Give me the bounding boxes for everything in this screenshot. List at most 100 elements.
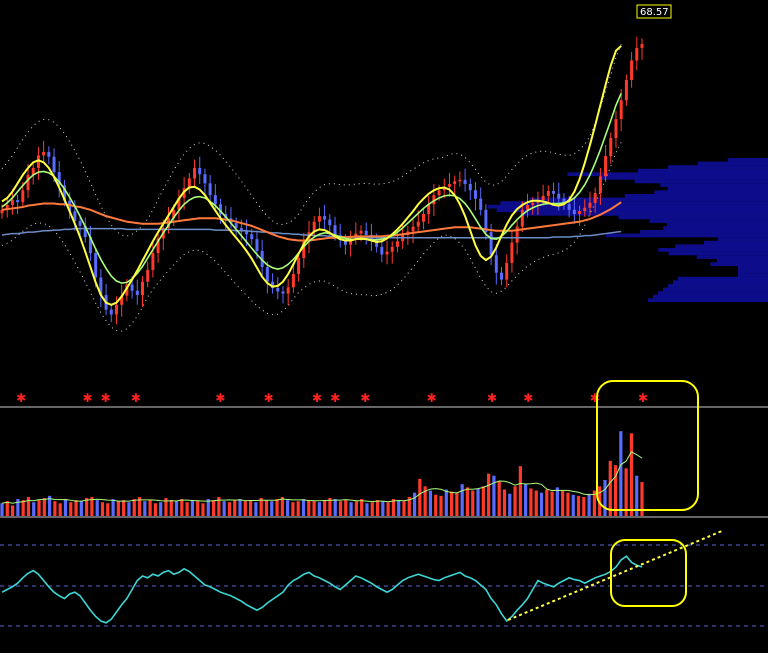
volume-bar xyxy=(576,495,581,516)
signal-star: ✱ xyxy=(264,391,274,405)
candle-body xyxy=(265,267,269,282)
candle-body xyxy=(593,193,597,203)
candle-body xyxy=(437,190,441,196)
volume-bar xyxy=(386,502,390,516)
volume-bar xyxy=(561,490,565,516)
volume-bar xyxy=(333,499,337,516)
candle-body xyxy=(297,257,301,275)
volume-bar xyxy=(159,502,163,516)
candle-body xyxy=(281,291,285,294)
volume-bar xyxy=(10,505,15,516)
volume-profile-bar xyxy=(605,233,768,238)
volume-bar xyxy=(344,500,348,516)
volume-bar xyxy=(550,491,554,516)
candle-body xyxy=(624,80,628,101)
volume-profile-bar xyxy=(668,284,768,288)
volume-bar xyxy=(375,500,380,516)
candle-body xyxy=(323,216,327,220)
volume-bar xyxy=(471,490,475,516)
volume-bar xyxy=(629,433,634,516)
candle-body xyxy=(572,209,576,215)
volume-profile-bar xyxy=(663,226,768,231)
candle-body xyxy=(609,137,613,157)
volume-bar xyxy=(53,501,57,516)
volume-bar xyxy=(190,500,195,516)
volume-bar xyxy=(487,473,491,516)
volume-profile-bar xyxy=(640,230,768,234)
volume-bar xyxy=(370,502,374,516)
volume-bar xyxy=(524,484,528,516)
volume-profile-bar xyxy=(678,276,768,281)
candle-body xyxy=(468,184,472,191)
candle-body xyxy=(421,214,425,222)
signal-star: ✱ xyxy=(487,391,497,405)
candle-body xyxy=(494,255,498,273)
volume-profile-bar xyxy=(663,287,768,292)
candle-body xyxy=(140,281,144,295)
candle-body xyxy=(114,304,118,315)
candle-body xyxy=(552,190,556,194)
candle-body xyxy=(359,230,363,234)
volume-bar xyxy=(444,489,448,516)
volume-bar xyxy=(211,500,216,516)
volume-bar xyxy=(238,499,242,516)
volume-bar xyxy=(79,501,83,516)
candle-body xyxy=(635,47,639,61)
volume-bar xyxy=(174,501,179,516)
volume-bar xyxy=(58,503,62,516)
candle-body xyxy=(473,190,477,199)
volume-profile-bar xyxy=(696,255,768,259)
candle-body xyxy=(598,176,602,194)
volume-bar xyxy=(227,502,232,516)
volume-bar xyxy=(534,490,538,516)
volume-bar xyxy=(619,431,623,516)
volume-bar xyxy=(613,465,618,516)
volume-profile-bar xyxy=(703,240,768,245)
volume-bar xyxy=(42,497,46,516)
volume-profile-bar xyxy=(738,269,768,274)
candle-body xyxy=(198,167,202,175)
volume-bar xyxy=(397,500,401,516)
volume-profile-bar xyxy=(638,168,768,173)
volume-profile-bar xyxy=(728,158,768,162)
volume-bar xyxy=(248,500,253,516)
volume-bar xyxy=(196,501,200,516)
volume-profile-bar xyxy=(698,161,768,166)
volume-bar xyxy=(603,479,607,516)
candle-body xyxy=(640,43,644,48)
volume-bar xyxy=(428,490,433,516)
candle-body xyxy=(276,288,280,292)
candle-body xyxy=(151,253,155,270)
volume-bar xyxy=(275,499,279,516)
volume-profile-bar xyxy=(567,172,768,177)
candle-body xyxy=(614,119,618,138)
volume-bar xyxy=(26,496,31,516)
volume-bar xyxy=(587,493,591,516)
volume-bar xyxy=(439,495,443,516)
volume-bar xyxy=(317,502,321,516)
candle-body xyxy=(583,207,587,212)
volume-bar xyxy=(37,500,41,516)
volume-bar xyxy=(201,503,205,516)
volume-profile-bar xyxy=(523,212,768,216)
volume-profile-bar xyxy=(673,280,768,285)
candle-body xyxy=(52,156,56,173)
candle-body xyxy=(411,226,415,232)
volume-profile-bar xyxy=(649,219,768,223)
candle-body xyxy=(94,253,98,278)
volume-bar xyxy=(539,492,544,516)
volume-bar xyxy=(291,502,295,516)
volume-bar xyxy=(169,500,173,516)
candle-body xyxy=(588,202,592,208)
volume-bar xyxy=(95,500,99,516)
candle-body xyxy=(416,221,420,227)
volume-bar xyxy=(418,478,422,516)
volume-profile-bar xyxy=(675,244,768,249)
candle-body xyxy=(520,209,524,227)
candle-body xyxy=(328,219,332,226)
volume-bar xyxy=(349,502,353,516)
volume-bar xyxy=(21,500,25,516)
candle-body xyxy=(213,195,217,205)
candle-body xyxy=(255,239,259,252)
candle-body xyxy=(385,251,389,255)
